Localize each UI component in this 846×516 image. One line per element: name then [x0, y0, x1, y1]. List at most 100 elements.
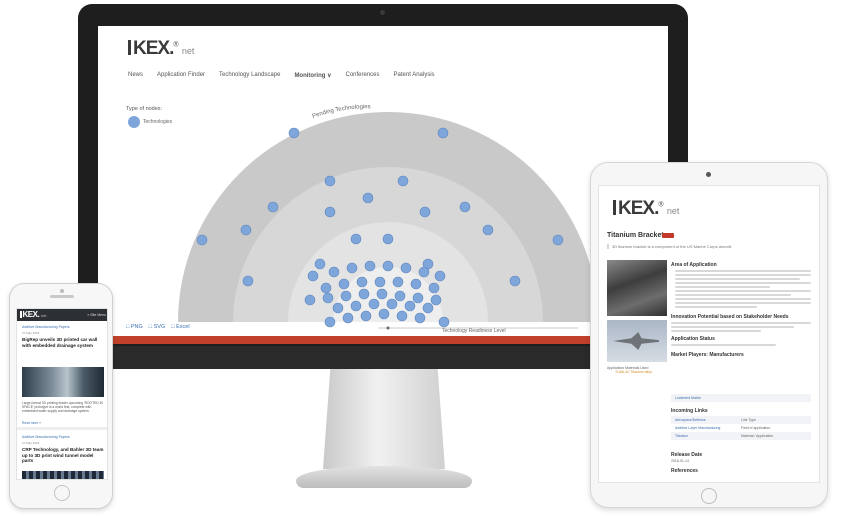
export-excel-button[interactable]: □ Excel: [171, 324, 189, 330]
site-footer-bar: [98, 336, 668, 344]
technology-node[interactable]: [314, 258, 326, 270]
export-png-button[interactable]: □ PNG: [126, 324, 143, 330]
technology-node[interactable]: [360, 310, 372, 322]
technology-node[interactable]: [364, 260, 376, 272]
technology-node[interactable]: [396, 310, 408, 322]
technology-node[interactable]: [340, 290, 352, 302]
technology-node[interactable]: [288, 127, 300, 139]
technology-node[interactable]: [328, 266, 340, 278]
site-menu-button[interactable]: ≡ Site Menu: [87, 313, 106, 317]
read-more-link[interactable]: Read more »: [22, 421, 41, 425]
technology-node[interactable]: [324, 316, 336, 328]
technology-node[interactable]: [304, 294, 316, 306]
technology-node[interactable]: [394, 290, 406, 302]
technology-node[interactable]: [358, 288, 370, 300]
innovation-text: [671, 322, 811, 334]
technology-node[interactable]: [350, 233, 362, 245]
technology-node[interactable]: [362, 192, 374, 204]
site-logo[interactable]: KEX.® net: [613, 198, 679, 220]
technology-node[interactable]: [482, 224, 494, 236]
monitor-stand: [323, 369, 445, 469]
technology-node[interactable]: [338, 278, 350, 290]
technology-node[interactable]: [434, 270, 446, 282]
links-table: Aerospace/Defense Link Type Additive Laye…: [671, 416, 811, 440]
technology-node[interactable]: [342, 312, 354, 324]
article-image[interactable]: [22, 471, 104, 479]
home-button[interactable]: [54, 485, 70, 501]
section-status: Application Status: [671, 336, 715, 342]
technology-node[interactable]: [320, 282, 332, 294]
material-link[interactable]: Ti-6Al-4V Titanium alloy: [607, 370, 667, 374]
logo-bar-icon: [20, 311, 22, 318]
technology-node[interactable]: [419, 206, 431, 218]
technology-node[interactable]: [322, 292, 334, 304]
radar-axis-label: Technology Readiness Level: [442, 328, 506, 334]
technology-node[interactable]: [438, 316, 450, 328]
technology-node[interactable]: [350, 300, 362, 312]
section-innovation: Innovation Potential based on Stakeholde…: [671, 314, 789, 320]
table-row: Aerospace/Defense Link Type: [671, 416, 811, 424]
manufacturer-link[interactable]: Lockheed Martin: [671, 394, 811, 402]
page-subtitle: 3D titanium bracket is a component of th…: [607, 244, 812, 249]
article-image[interactable]: [22, 367, 104, 397]
technology-node[interactable]: [307, 270, 319, 282]
technology-node[interactable]: [332, 302, 344, 314]
technology-node[interactable]: [400, 262, 412, 274]
technology-node[interactable]: [437, 127, 449, 139]
home-button[interactable]: [701, 488, 717, 504]
technology-node[interactable]: [324, 175, 336, 187]
export-svg-button[interactable]: □ SVG: [149, 324, 165, 330]
technology-node[interactable]: [410, 278, 422, 290]
export-links: □ PNG □ SVG □ Excel: [126, 324, 190, 330]
technology-node[interactable]: [240, 224, 252, 236]
technology-node[interactable]: [422, 302, 434, 314]
article-excerpt: Large-format 3D printing leader upcoming…: [22, 401, 103, 414]
technology-node[interactable]: [428, 282, 440, 294]
materials-aside: Application Materials Used Ti-6Al-4V Tit…: [607, 366, 667, 374]
technology-node[interactable]: [418, 266, 430, 278]
technology-node[interactable]: [267, 201, 279, 213]
technology-node[interactable]: [196, 234, 208, 246]
article-category[interactable]: Additive Manufacturing Papers: [22, 325, 70, 329]
technology-node[interactable]: [397, 175, 409, 187]
technology-node[interactable]: [242, 275, 254, 287]
technology-node[interactable]: [414, 312, 426, 324]
site-logo[interactable]: KEX. net: [20, 310, 46, 319]
radar-origin-icon: [386, 326, 390, 330]
technology-node[interactable]: [376, 288, 388, 300]
phone-device: KEX. net ≡ Site Menu Additive Manufactur…: [9, 283, 113, 509]
technology-node[interactable]: [404, 300, 416, 312]
bracket-photo: [607, 260, 667, 316]
technology-node[interactable]: [386, 298, 398, 310]
technology-node[interactable]: [459, 201, 471, 213]
technology-node[interactable]: [368, 298, 380, 310]
section-market: Market Players: Manufacturers: [671, 352, 744, 358]
technology-node[interactable]: [324, 206, 336, 218]
monitor-foot: [296, 466, 472, 488]
camera-dot: [60, 289, 64, 293]
technology-node[interactable]: [412, 292, 424, 304]
article-headline[interactable]: CRP Technology, and Bahler 3D team up to…: [22, 447, 104, 464]
technology-node[interactable]: [509, 275, 521, 287]
technology-node[interactable]: [430, 294, 442, 306]
technology-node[interactable]: [552, 234, 564, 246]
article-category[interactable]: Additive Manufacturing Papers: [22, 435, 70, 439]
section-links: Incoming Links: [671, 408, 708, 414]
file-icon: □: [148, 324, 153, 330]
release-date: 2016-01-14: [671, 459, 689, 463]
technology-node[interactable]: [378, 308, 390, 320]
aircraft-photo: [607, 320, 667, 362]
technology-node[interactable]: [382, 233, 394, 245]
file-icon: □: [171, 324, 175, 330]
technology-node[interactable]: [392, 276, 404, 288]
article-divider: [17, 427, 107, 430]
article-headline[interactable]: BigRep unveils 3D printed car wall with …: [22, 337, 104, 348]
technology-node[interactable]: [382, 260, 394, 272]
file-icon: □: [126, 324, 130, 330]
technology-node[interactable]: [346, 262, 358, 274]
technology-node[interactable]: [374, 276, 386, 288]
section-release: Release Date: [671, 452, 703, 458]
technology-node[interactable]: [356, 276, 368, 288]
table-row: Additive Layer Manufacturing Field of app…: [675, 426, 771, 430]
status-text: [671, 344, 811, 348]
